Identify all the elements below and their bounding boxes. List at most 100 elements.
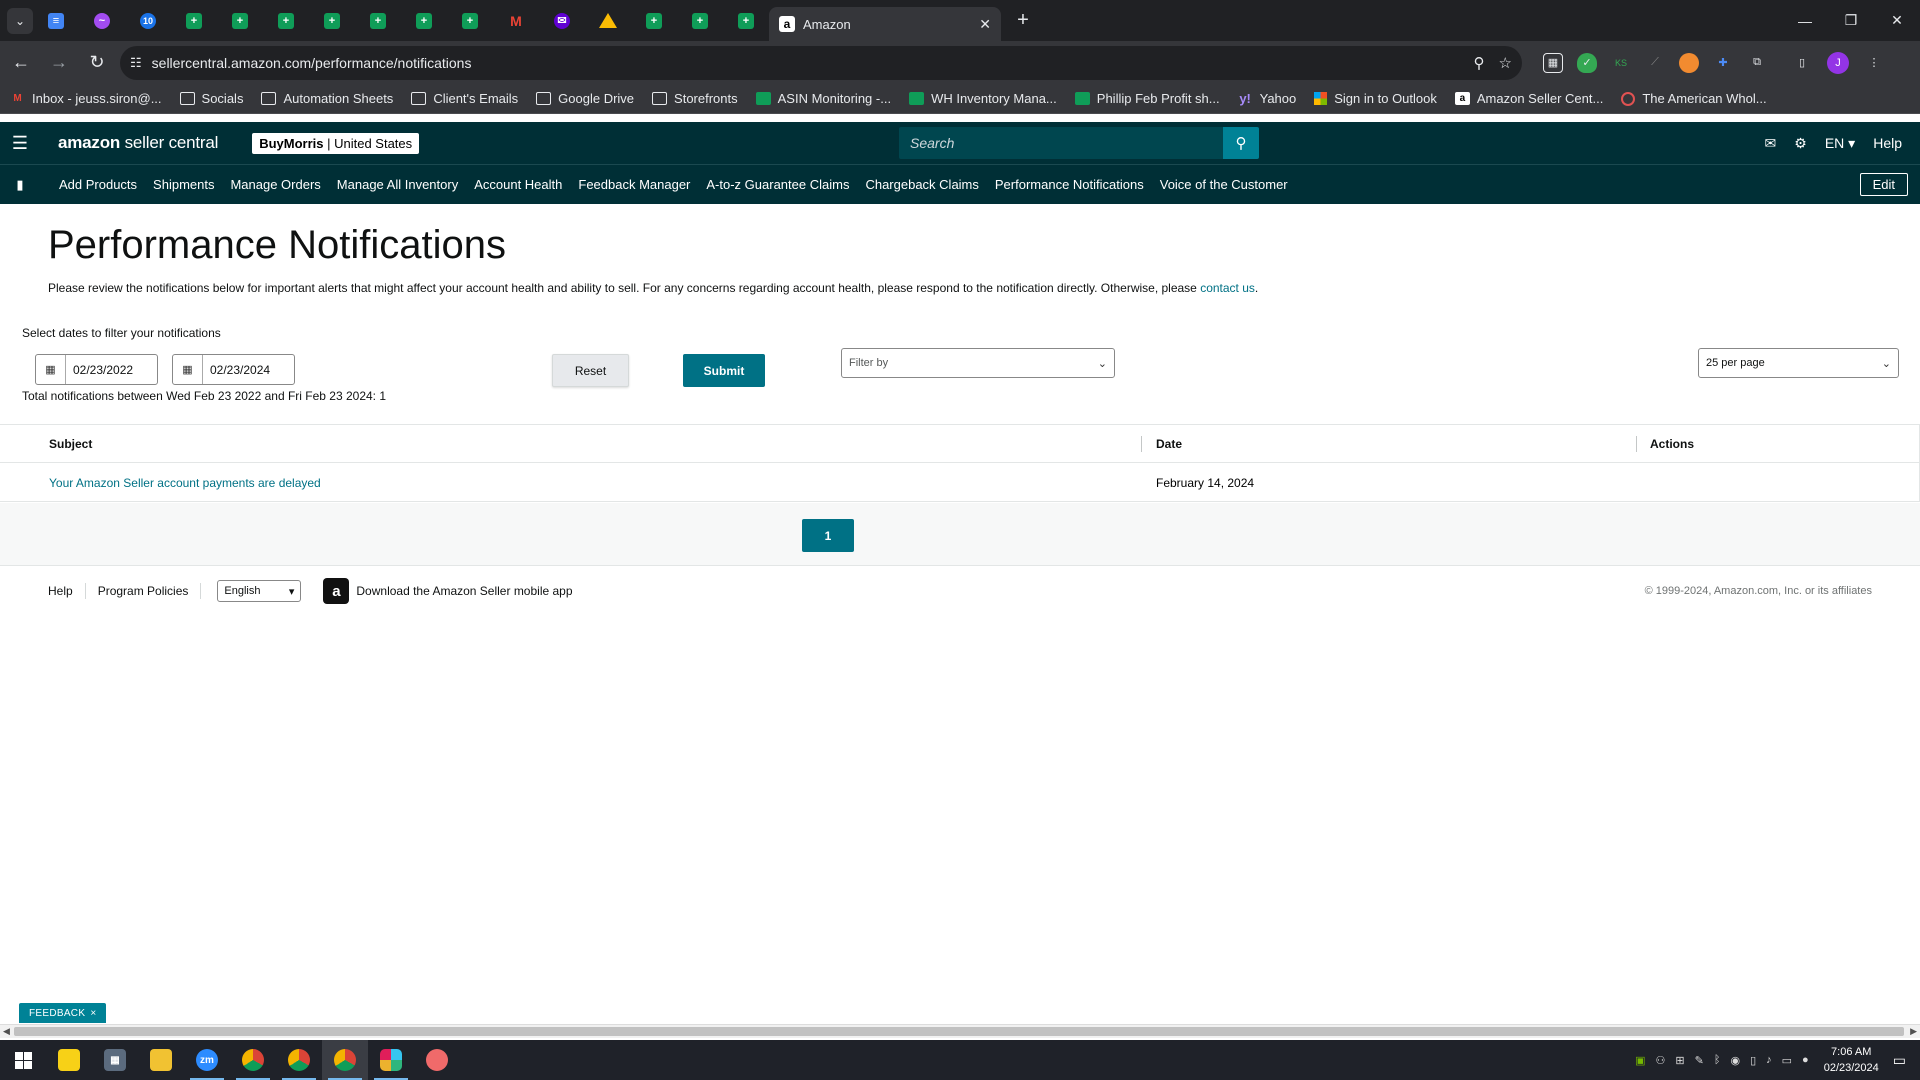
window-close-icon[interactable]: ✕ [1874,0,1920,41]
scroll-right-arrow-icon[interactable]: ▶ [1910,1026,1917,1037]
help-link[interactable]: Help [1873,135,1902,151]
browser-menu-icon[interactable]: ⋮ [1864,53,1884,73]
pinned-tab-sheets[interactable]: + [723,0,769,41]
account-switcher[interactable]: BuyMorris | United States [252,132,420,154]
taskbar-chrome-3[interactable] [322,1040,368,1080]
bookmark-star-icon[interactable]: ☆ [1499,54,1512,72]
nav-item-chargeback-claims[interactable]: Chargeback Claims [865,177,978,192]
taskbar-zoom[interactable]: zm [184,1040,230,1080]
nav-item-account-health[interactable]: Account Health [474,177,562,192]
address-bar[interactable]: ☷ sellercentral.amazon.com/performance/n… [120,45,1522,80]
taskbar-file-explorer[interactable] [138,1040,184,1080]
contact-us-link[interactable]: contact us [1200,281,1255,295]
forward-arrow-icon[interactable]: → [42,46,76,80]
pinned-tab-gmail[interactable]: M [493,0,539,41]
download-app-link[interactable]: Download the Amazon Seller mobile app [356,584,572,598]
pinned-tab-sheets[interactable]: + [631,0,677,41]
footer-language-select[interactable]: English ▾ [217,580,302,602]
filter-by-select[interactable]: Filter by ⌄ [841,348,1115,378]
orange-circle-extension-icon[interactable] [1679,52,1699,73]
system-clock[interactable]: 7:06 AM 02/23/2024 [1824,1044,1879,1076]
pinned-tab-sheets[interactable]: + [309,0,355,41]
nav-item-shipments[interactable]: Shipments [153,177,214,192]
notification-subject-link[interactable]: Your Amazon Seller account payments are … [49,476,321,490]
taskbar-sticky-notes[interactable] [46,1040,92,1080]
side-panel-icon[interactable]: ▯ [1792,53,1812,73]
bookmark-item[interactable]: Client's Emails [411,91,518,106]
people-icon[interactable]: ⚇ [1656,1054,1666,1067]
minimize-icon[interactable]: — [1782,0,1828,41]
seller-central-logo[interactable]: amazon seller central [58,133,218,153]
zoom-magnifier-icon[interactable]: ⚲ [1474,54,1485,72]
bookmark-item[interactable]: M Inbox - jeuss.siron@... [10,91,161,106]
per-page-select[interactable]: 25 per page ⌄ [1698,348,1899,378]
amazon-app-icon[interactable]: a [323,578,350,604]
pinned-tab-messenger[interactable]: ~ [79,0,125,41]
nav-item-add-products[interactable]: Add Products [59,177,137,192]
feedback-close-icon[interactable]: × [90,1008,96,1019]
nvidia-icon[interactable]: ▣ [1635,1054,1645,1067]
scrollbar-thumb[interactable] [14,1027,1904,1036]
program-policies-link[interactable]: Program Policies [98,584,189,598]
start-date-input[interactable] [66,362,154,377]
ks-extension-icon[interactable]: KS [1611,53,1631,73]
feedback-tab[interactable]: FEEDBACK × [19,1003,107,1023]
new-tab-icon[interactable]: + [1009,7,1037,35]
pinned-tab-sheets[interactable]: + [401,0,447,41]
teams-icon[interactable]: ⊞ [1675,1054,1684,1067]
nav-item-performance-notifications[interactable]: Performance Notifications [995,177,1144,192]
calendar-icon[interactable]: ▦ [36,355,66,384]
nav-item-a-to-z-guarantee-claims[interactable]: A-to-z Guarantee Claims [706,177,849,192]
pinned-tab-docs[interactable]: ≡ [33,0,79,41]
bookmark-item[interactable]: Socials [179,91,243,106]
tab-search-chevron-icon[interactable]: ⌄ [7,7,33,34]
taskbar-asana[interactable] [414,1040,460,1080]
pinned-tab-sheets[interactable]: + [263,0,309,41]
bookmark-item[interactable]: Phillip Feb Profit sh... [1074,91,1220,106]
reset-button[interactable]: Reset [552,354,629,387]
nav-item-voice-of-the-customer[interactable]: Voice of the Customer [1160,177,1288,192]
nav-item-feedback-manager[interactable]: Feedback Manager [578,177,690,192]
qr-extension-icon[interactable]: ▦ [1543,52,1563,73]
taskbar-chrome-2[interactable] [276,1040,322,1080]
battery-icon[interactable]: ▯ [1750,1054,1756,1067]
notification-center-icon[interactable]: ▭ [1893,1052,1906,1069]
seller-search-input[interactable] [899,127,1223,159]
end-date-input[interactable] [203,362,291,377]
pinned-tab-drive[interactable] [585,0,631,41]
pen-icon[interactable]: ✎ [1695,1054,1704,1067]
scroll-left-arrow-icon[interactable]: ◀ [3,1026,10,1037]
shield-extension-icon[interactable]: ✓ [1577,52,1597,73]
network-icon[interactable]: ▭ [1782,1054,1792,1067]
reload-icon[interactable]: ↻ [80,46,114,80]
extensions-puzzle-icon[interactable]: ⧉ [1747,53,1767,73]
pinned-tab-sheets[interactable]: + [171,0,217,41]
bookmark-item[interactable]: The American Whol... [1621,91,1767,106]
start-button[interactable] [0,1040,46,1080]
nav-item-manage-all-inventory[interactable]: Manage All Inventory [337,177,458,192]
taskbar-chrome-1[interactable] [230,1040,276,1080]
taskbar-slack[interactable] [368,1040,414,1080]
bookmark-flag-icon[interactable]: ▮ [0,177,40,193]
bookmark-item[interactable]: Sign in to Outlook [1314,91,1437,106]
helium-extension-icon[interactable]: ⟋ [1645,53,1665,73]
restore-icon[interactable]: ❐ [1828,0,1874,41]
zoom-tray-icon[interactable]: ◉ [1730,1054,1740,1067]
pinned-tab-yahoo-mail[interactable]: ✉ [539,0,585,41]
back-arrow-icon[interactable]: ← [4,46,38,80]
active-tab[interactable]: a Amazon ✕ [769,7,1001,41]
taskbar-calculator[interactable]: ▦ [92,1040,138,1080]
search-icon[interactable]: ⚲ [1223,127,1259,159]
footer-help-link[interactable]: Help [48,584,73,598]
pinned-tab-ten[interactable]: 10 [125,0,171,41]
puzzle-blue-extension-icon[interactable]: ✚ [1713,53,1733,73]
pinned-tab-sheets[interactable]: + [355,0,401,41]
bookmark-item[interactable]: WH Inventory Mana... [909,91,1057,106]
profile-avatar[interactable]: J [1827,51,1849,74]
hamburger-menu-icon[interactable]: ☰ [0,122,40,164]
pinned-tab-sheets[interactable]: + [447,0,493,41]
calendar-icon[interactable]: ▦ [173,355,203,384]
horizontal-scrollbar[interactable]: ◀ ▶ [0,1024,1920,1038]
nav-item-manage-orders[interactable]: Manage Orders [230,177,320,192]
submit-button[interactable]: Submit [683,354,765,387]
